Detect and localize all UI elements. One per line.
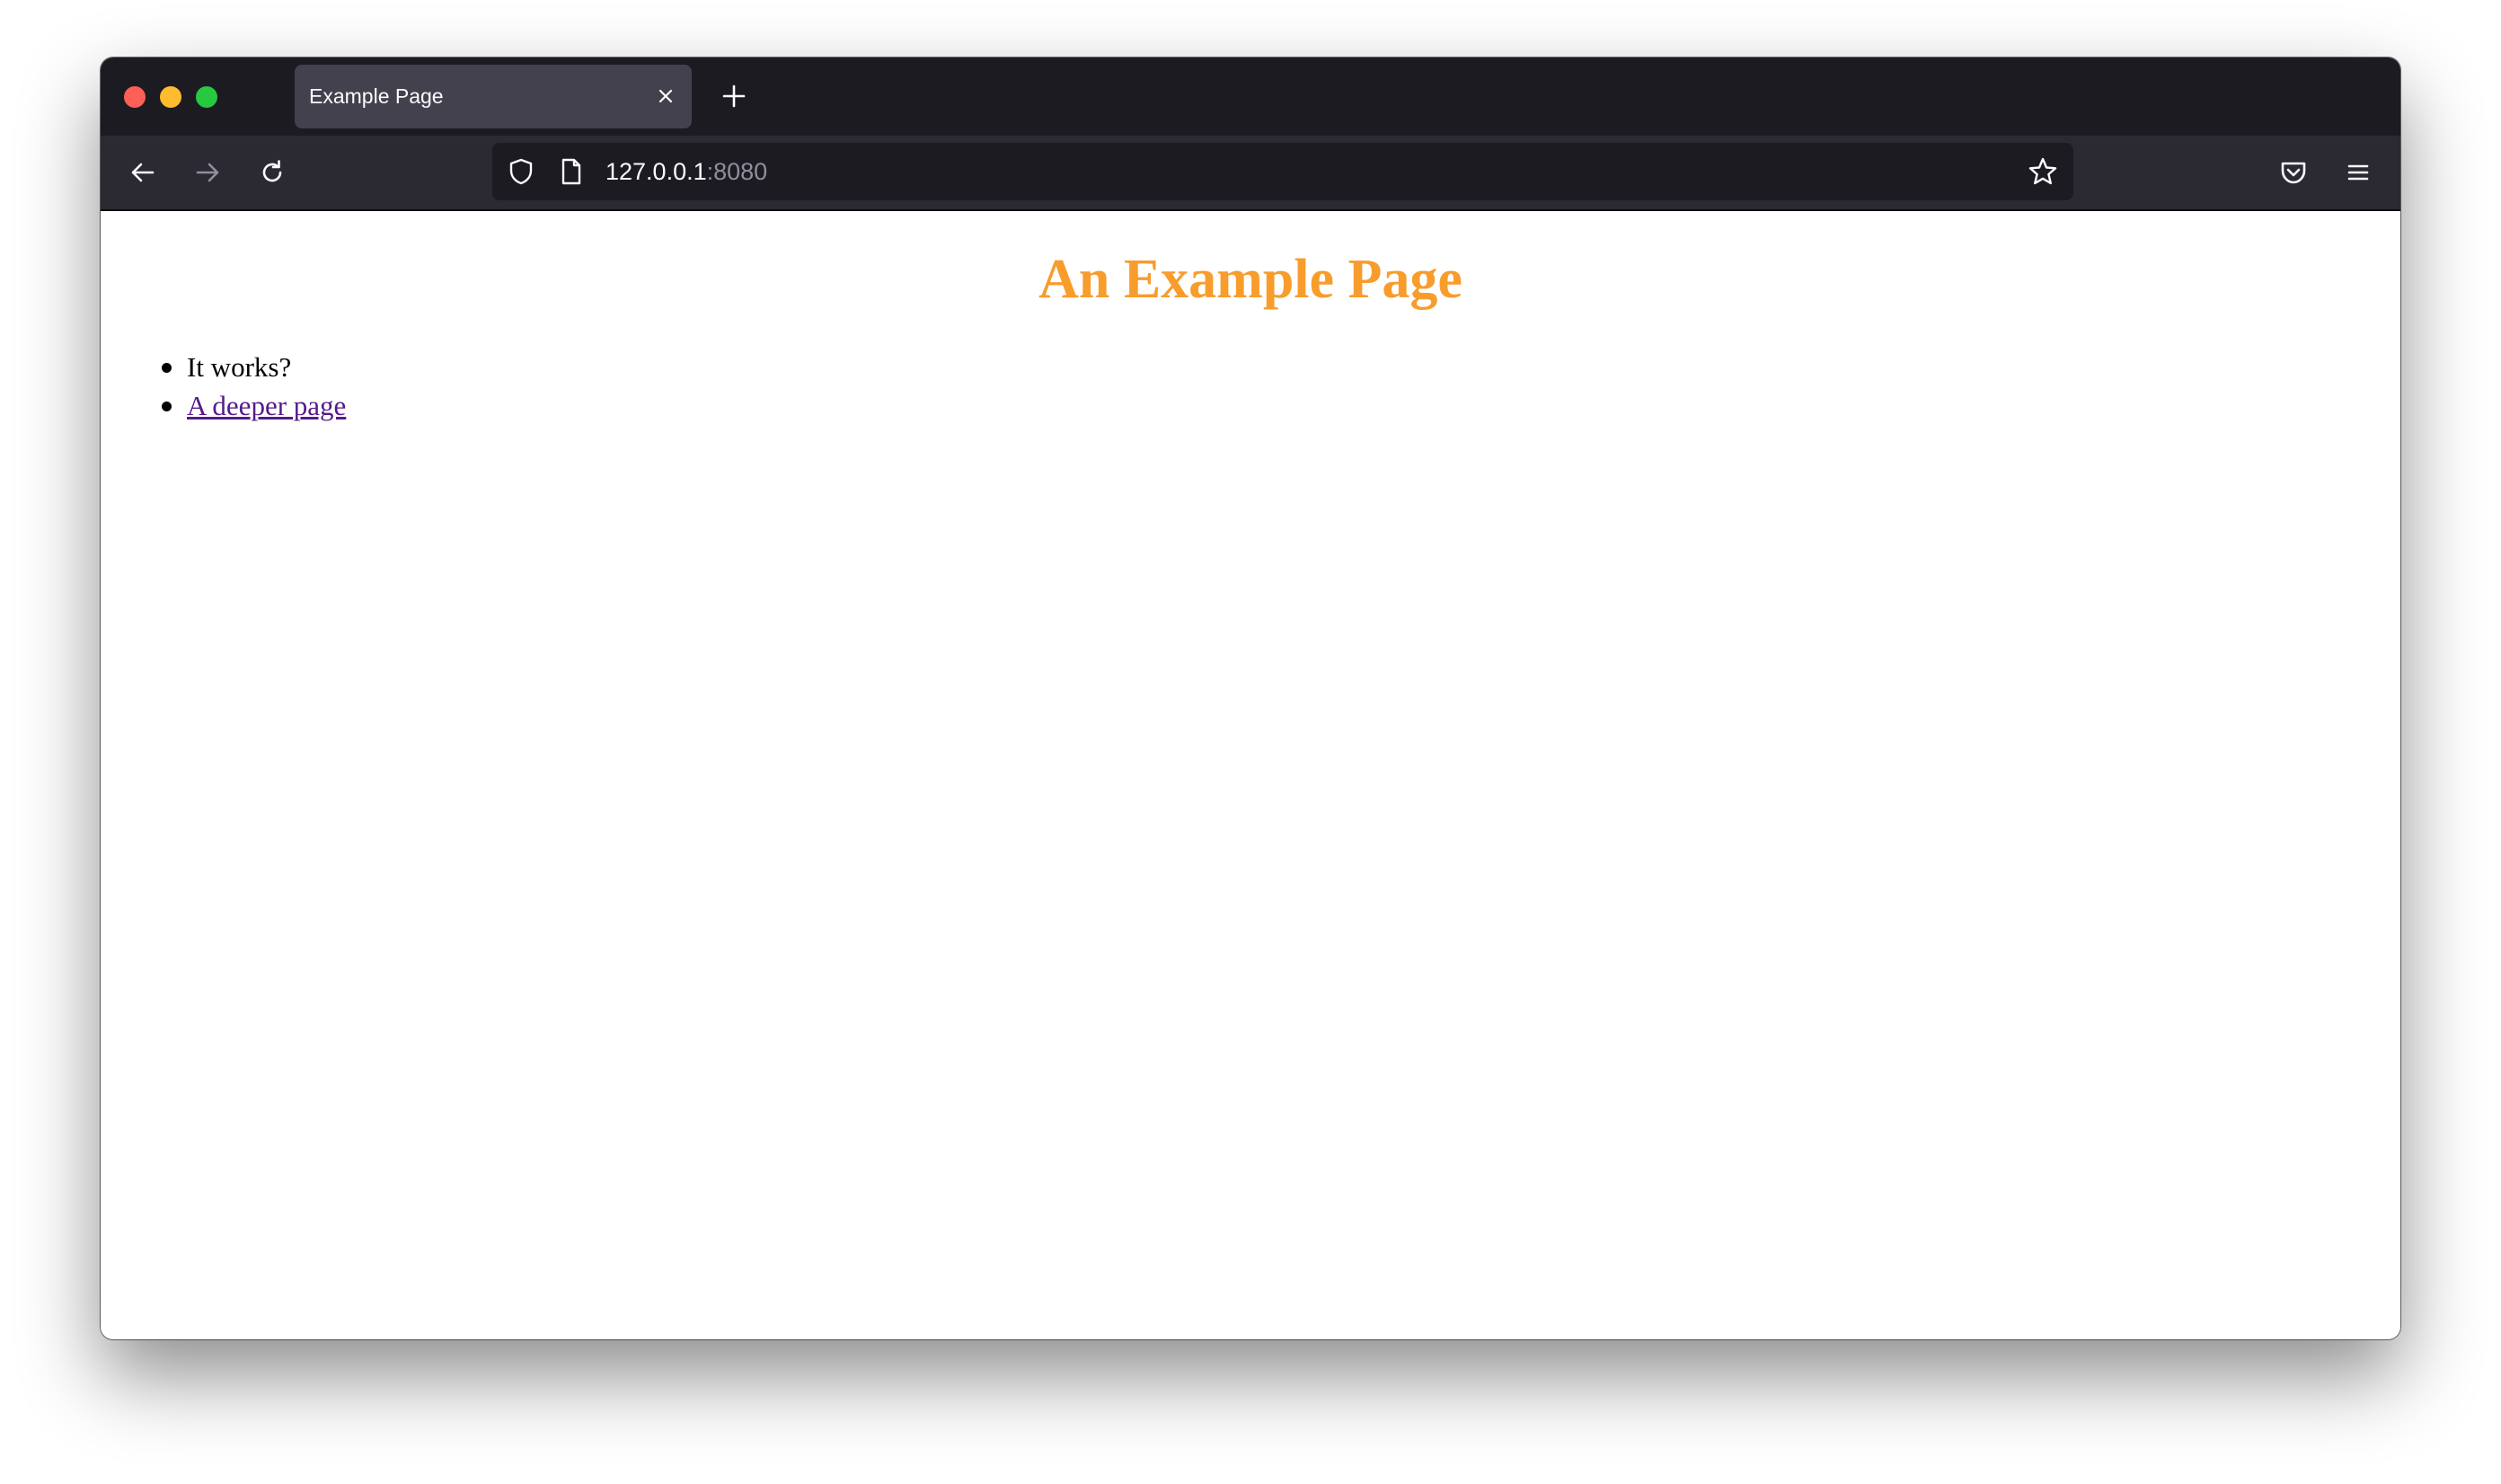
url-text[interactable]: 127.0.0.1:8080	[605, 143, 767, 200]
navigation-toolbar: 127.0.0.1:8080	[101, 136, 2400, 211]
tab-title: Example Page	[309, 84, 444, 108]
forward-button[interactable]	[185, 150, 230, 195]
maximize-window-button[interactable]	[196, 86, 217, 108]
list-item: A deeper page	[101, 386, 346, 425]
hamburger-menu-icon	[2347, 164, 2369, 181]
reload-button[interactable]	[250, 150, 295, 195]
pocket-button[interactable]	[2271, 150, 2316, 195]
page-content: An Example Page It works? A deeper page	[101, 211, 2400, 1339]
bullet-icon	[162, 363, 172, 373]
address-bar[interactable]: 127.0.0.1:8080	[492, 143, 2073, 200]
browser-window: Example Page 127.0.0.1:8080 An Example P…	[101, 57, 2400, 1339]
deeper-page-link[interactable]: A deeper page	[187, 390, 346, 421]
bullet-icon	[162, 402, 172, 411]
desktop-background: Example Page 127.0.0.1:8080 An Example P…	[0, 0, 2501, 1484]
tab-strip: Example Page	[101, 57, 2400, 136]
new-tab-button[interactable]	[713, 75, 755, 117]
list-item-text: It works?	[187, 351, 292, 383]
pocket-icon	[2281, 162, 2306, 184]
star-icon[interactable]	[2025, 154, 2061, 190]
menu-button[interactable]	[2336, 150, 2381, 195]
tab-example-page[interactable]: Example Page	[295, 65, 692, 128]
reload-icon	[262, 160, 282, 182]
page-icon[interactable]	[555, 155, 588, 188]
page-title: An Example Page	[1038, 249, 1463, 310]
minimize-window-button[interactable]	[160, 86, 181, 108]
close-window-button[interactable]	[124, 86, 146, 108]
arrow-right-icon	[196, 163, 219, 182]
plus-icon	[722, 84, 746, 108]
arrow-left-icon	[131, 163, 155, 182]
shield-icon[interactable]	[505, 155, 537, 188]
close-icon[interactable]	[652, 83, 679, 110]
item-list: It works? A deeper page	[101, 348, 346, 425]
url-port: :8080	[706, 158, 768, 185]
url-host: 127.0.0.1	[605, 158, 707, 185]
back-button[interactable]	[120, 150, 165, 195]
list-item: It works?	[101, 348, 346, 386]
